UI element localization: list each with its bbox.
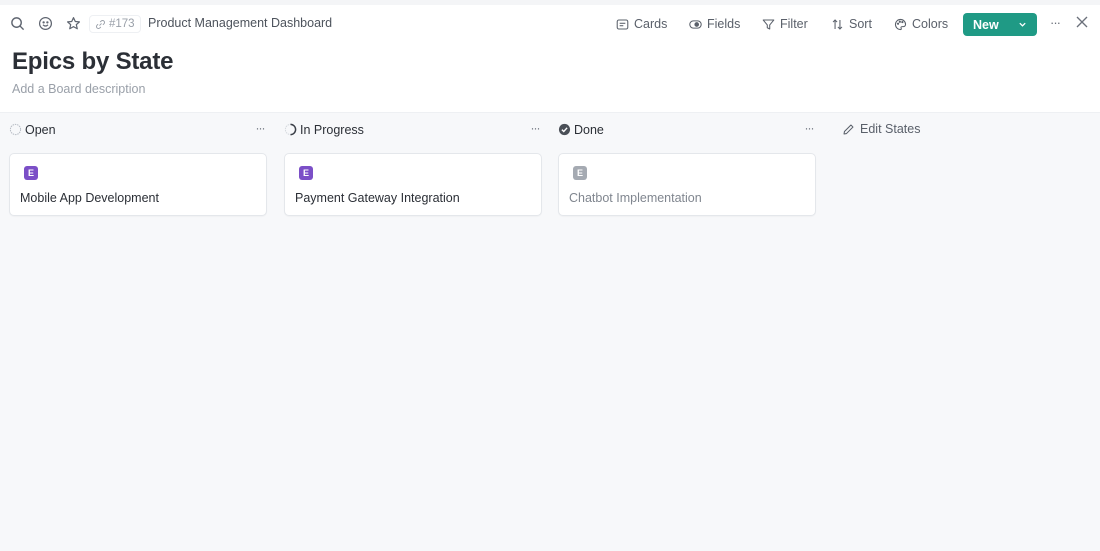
column-more-icon[interactable]: ··· <box>526 121 544 137</box>
card[interactable]: E Payment Gateway Integration <box>284 153 542 216</box>
card[interactable]: E Mobile App Development <box>9 153 267 216</box>
fields-button[interactable]: Fields <box>689 15 740 33</box>
column-header: Open ··· <box>9 121 269 139</box>
colors-button[interactable]: Colors <box>894 15 948 33</box>
column-more-icon[interactable]: ··· <box>800 121 818 137</box>
link-icon <box>96 19 105 29</box>
column-label: Open <box>25 123 56 137</box>
toolbar: #173 Product Management Dashboard Cards … <box>0 5 1100 43</box>
column-more-icon[interactable]: ··· <box>251 121 269 137</box>
sort-button[interactable]: Sort <box>831 15 872 33</box>
kanban-board: Open ··· E Mobile App Development In Pro… <box>0 113 1100 551</box>
issue-id-chip[interactable]: #173 <box>89 15 141 33</box>
cards-button[interactable]: Cards <box>616 15 667 33</box>
edit-states-label: Edit States <box>860 122 921 136</box>
pencil-icon <box>843 124 854 134</box>
circle-empty-icon <box>9 123 23 137</box>
column-label: In Progress <box>300 123 364 137</box>
close-icon[interactable] <box>1075 15 1091 31</box>
epic-badge: E <box>573 166 587 180</box>
board-description-input[interactable]: Add a Board description <box>12 82 145 96</box>
edit-states-button[interactable]: Edit States <box>842 122 920 136</box>
check-circle-icon <box>558 123 572 137</box>
sort-label: Sort <box>849 17 872 31</box>
new-button[interactable]: New <box>963 13 1037 36</box>
card-title: Mobile App Development <box>20 191 159 205</box>
more-options-icon[interactable]: ··· <box>1046 15 1064 33</box>
column-label: Done <box>574 123 604 137</box>
new-button-label[interactable]: New <box>973 18 999 32</box>
epic-badge: E <box>299 166 313 180</box>
filter-button[interactable]: Filter <box>762 15 808 33</box>
sort-icon <box>832 18 843 30</box>
cards-label: Cards <box>634 17 668 31</box>
emoji-icon[interactable] <box>36 14 54 32</box>
column-header: In Progress ··· <box>284 121 544 139</box>
column-header: Done ··· <box>558 121 818 139</box>
fields-label: Fields <box>707 17 741 31</box>
page-title[interactable]: Epics by State <box>12 48 173 76</box>
circle-progress-icon <box>284 123 298 137</box>
breadcrumb-title[interactable]: Product Management Dashboard <box>148 16 332 30</box>
filter-label: Filter <box>780 17 808 31</box>
search-icon[interactable] <box>8 14 26 32</box>
filter-icon <box>762 19 775 29</box>
card[interactable]: E Chatbot Implementation <box>558 153 816 216</box>
card-icon <box>616 19 629 29</box>
star-icon[interactable] <box>64 14 82 32</box>
epic-badge: E <box>24 166 38 180</box>
palette-icon <box>895 18 907 30</box>
board-header: #173 Product Management Dashboard Cards … <box>0 5 1100 113</box>
colors-label: Colors <box>912 17 949 31</box>
card-title: Chatbot Implementation <box>569 191 702 205</box>
card-title: Payment Gateway Integration <box>295 191 460 205</box>
eye-icon <box>689 19 702 29</box>
issue-id: #173 <box>109 18 135 30</box>
chevron-down-icon[interactable] <box>1016 17 1028 31</box>
